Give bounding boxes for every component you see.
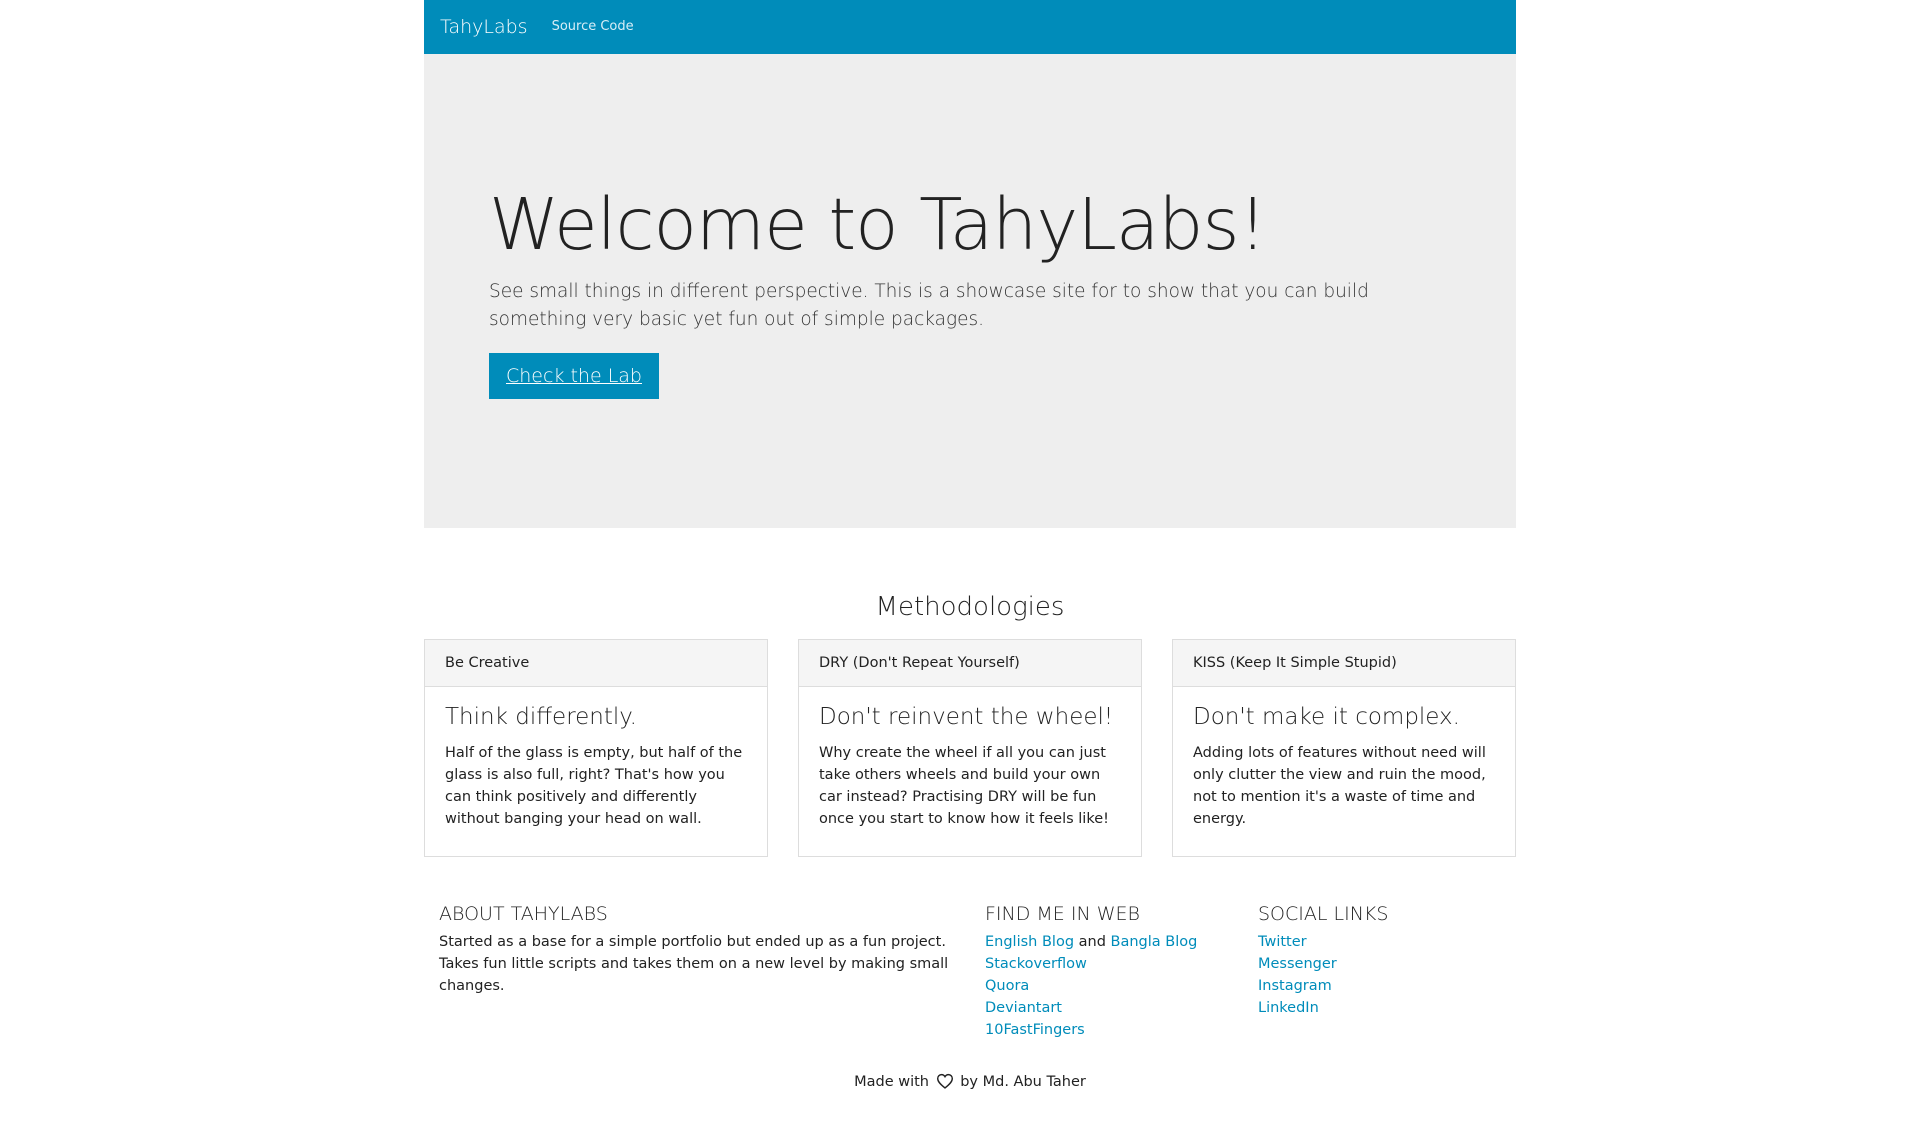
and-text: and [1078,934,1106,950]
card-title: Think differently. [445,704,637,730]
brand-link[interactable]: TahyLabs [440,16,528,38]
card-body: Don't make it complex. Adding lots of fe… [1173,687,1515,830]
stackoverflow-link[interactable]: Stackoverflow [985,953,1258,975]
footer-columns: About TahyLabs Started as a base for a s… [424,903,1516,1041]
messenger-link[interactable]: Messenger [1258,953,1508,975]
blog-links-row: English Blog and Bangla Blog [985,931,1258,953]
deviantart-link[interactable]: Deviantart [985,997,1258,1019]
card-text: Half of the glass is empty, but half of … [445,745,743,827]
hero-title: Welcome to TahyLabs! [489,183,1267,266]
made-suffix: by Md. Abu Taher [960,1074,1086,1090]
card-header: KISS (Keep It Simple Stupid) [1173,640,1515,687]
card-title: Don't reinvent the wheel! [819,704,1114,730]
card-body: Don't reinvent the wheel! Why create the… [799,687,1141,830]
footer-social-title: Social Links [1258,903,1389,925]
english-blog-link[interactable]: English Blog [985,934,1074,950]
card-text: Adding lots of features without need wil… [1193,745,1486,827]
footer-about-title: About TahyLabs [439,903,608,925]
page-container: TahyLabs Source Code Welcome to TahyLabs… [424,0,1516,1093]
nav-link-source-code[interactable]: Source Code [552,19,634,34]
footer-about: About TahyLabs Started as a base for a s… [439,903,985,1041]
card-text: Why create the wheel if all you can just… [819,745,1109,827]
hero-description: See small things in different perspectiv… [489,280,1369,330]
card-kiss: KISS (Keep It Simple Stupid) Don't make … [1172,639,1516,857]
twitter-link[interactable]: Twitter [1258,931,1508,953]
card-body: Think differently. Half of the glass is … [425,687,767,830]
methodologies-cards: Be Creative Think differently. Half of t… [424,639,1516,857]
card-header: DRY (Don't Repeat Yourself) [799,640,1141,687]
footer-web-links: English Blog and Bangla Blog Stackoverfl… [985,931,1258,1041]
hero-jumbotron: Welcome to TahyLabs! See small things in… [424,54,1516,528]
footer-about-text: Started as a base for a simple portfolio… [439,934,949,994]
instagram-link[interactable]: Instagram [1258,975,1508,997]
footer-web-title: Find me in web [985,903,1140,925]
top-navbar: TahyLabs Source Code [424,0,1516,54]
bangla-blog-link[interactable]: Bangla Blog [1111,934,1198,950]
card-dry: DRY (Don't Repeat Yourself) Don't reinve… [798,639,1142,857]
card-be-creative: Be Creative Think differently. Half of t… [424,639,768,857]
footer-social: Social Links Twitter Messenger Instagram… [1258,903,1508,1041]
10fastfingers-link[interactable]: 10FastFingers [985,1019,1258,1041]
page-footer: About TahyLabs Started as a base for a s… [424,903,1516,1093]
card-title: Don't make it complex. [1193,704,1460,730]
footer-web: Find me in web English Blog and Bangla B… [985,903,1258,1041]
made-with-credit: Made with by Md. Abu Taher [424,1073,1516,1093]
card-header: Be Creative [425,640,767,687]
footer-social-links: Twitter Messenger Instagram LinkedIn [1258,931,1508,1019]
methodologies-title: Methodologies [875,592,1065,622]
quora-link[interactable]: Quora [985,975,1258,997]
made-prefix: Made with [854,1074,929,1090]
heart-icon [936,1073,954,1093]
linkedin-link[interactable]: LinkedIn [1258,997,1508,1019]
check-the-lab-button[interactable]: Check the Lab [489,352,659,399]
